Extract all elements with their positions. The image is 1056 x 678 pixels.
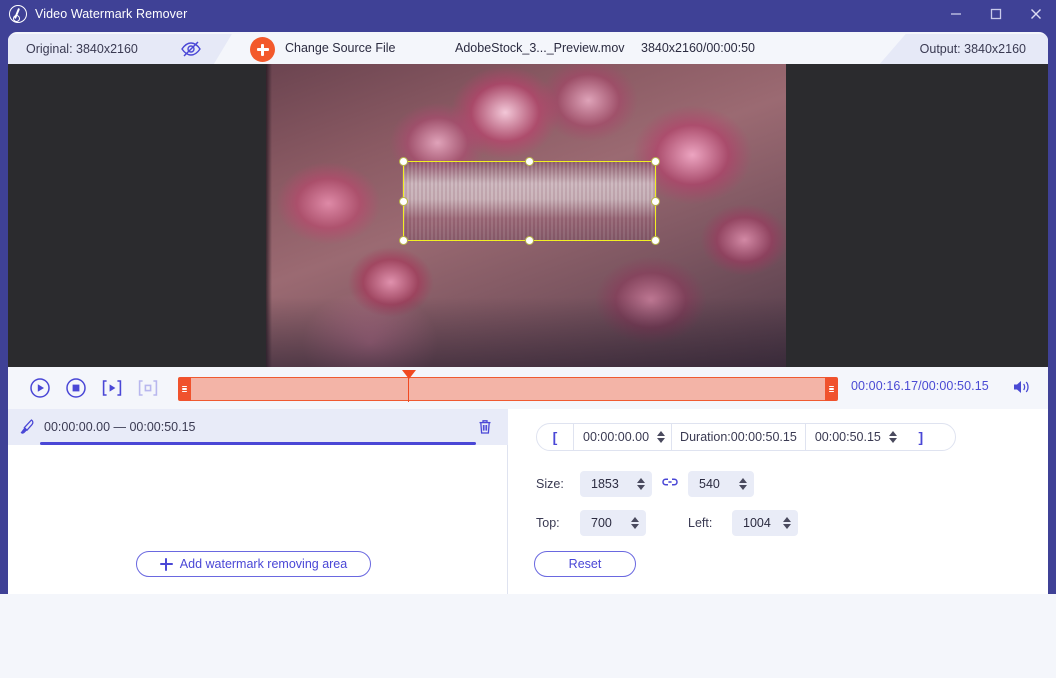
size-width-stepper[interactable] [637,478,645,490]
end-time-stepper[interactable] [888,431,897,443]
trash-icon[interactable] [476,418,494,441]
resize-handle-bottom-center[interactable] [525,236,534,245]
stop-circle-icon[interactable] [62,374,90,402]
size-height-stepper[interactable] [739,478,747,490]
reset-button[interactable]: Reset [534,551,636,577]
size-width-field[interactable]: 1853 [580,471,652,497]
change-source-file-button[interactable]: Change Source File [285,41,395,55]
resize-handle-bottom-right[interactable] [651,236,660,245]
size-width-value: 1853 [591,477,619,491]
end-time-value: 00:00:50.15 [814,430,881,444]
grip-lines-left [182,384,187,393]
trim-handle-left[interactable] [178,377,191,401]
grip-lines-right [829,384,834,393]
volume-icon[interactable] [1011,377,1033,402]
size-row: Size: 1853 540 [536,471,754,497]
resize-handle-top-left[interactable] [399,157,408,166]
trim-time-bar: [ 00:00:00.00 Duration:00:00:50.15 00:00… [536,423,956,451]
left-label: Left: [688,516,713,530]
resize-handle-bottom-left[interactable] [399,236,408,245]
reset-label: Reset [568,557,602,571]
playhead-line [408,378,410,402]
brush-icon [18,417,38,437]
left-field[interactable]: 1004 [732,510,798,536]
list-item-range: 00:00:00.00 — 00:00:50.15 [44,420,196,434]
start-time-field[interactable]: 00:00:00.00 [573,424,671,450]
window-controls [936,0,1056,28]
timeline-clip-range[interactable] [178,377,838,401]
tab-original-label: Original: 3840x2160 [26,42,138,56]
duration-display: Duration:00:00:50.15 [671,424,805,450]
link-icon[interactable] [661,475,679,494]
output-bar: Output: AdobeStock_33...Watermark.mp4 Ou… [0,594,1056,678]
list-item-selected-indicator [40,442,476,445]
app-title: Video Watermark Remover [35,7,188,21]
top-field[interactable]: 700 [580,510,646,536]
watermark-logo-icon [9,5,27,23]
title-bar: Video Watermark Remover [0,0,1056,28]
watermark-selection-box[interactable] [399,157,660,245]
source-file-info: 3840x2160/00:00:50 [641,41,755,55]
resize-handle-top-right[interactable] [651,157,660,166]
video-frame [266,64,786,367]
video-preview[interactable] [8,64,1048,367]
left-value: 1004 [743,516,771,530]
list-item[interactable]: 00:00:00.00 — 00:00:50.15 [8,409,508,445]
tab-output-label: Output: 3840x2160 [919,42,1026,56]
top-stepper[interactable] [631,517,639,529]
add-watermark-area-button[interactable]: Add watermark removing area [136,551,371,577]
play-circle-icon[interactable] [26,374,54,402]
size-height-field[interactable]: 540 [688,471,754,497]
transport-bar: 00:00:16.17/00:00:50.15 [8,367,1048,409]
left-edge-strip [0,28,8,594]
bracket-close-icon[interactable]: ] [903,429,939,445]
time-readout: 00:00:16.17/00:00:50.15 [851,379,989,393]
tab-output[interactable]: Output: 3840x2160 [879,34,1048,64]
right-edge-strip [1048,28,1056,594]
bracket-play-icon[interactable] [98,374,126,402]
resize-handle-middle-right[interactable] [651,196,660,206]
video-vignette-bottom [266,297,786,367]
plus-circle-icon[interactable] [250,37,275,62]
bracket-stop-icon [134,374,162,402]
app-window: Video Watermark Remover Original: 3840x2… [0,0,1056,678]
resize-handle-top-center[interactable] [525,157,534,166]
start-time-value: 00:00:00.00 [583,430,650,444]
source-file-name: AdobeStock_3..._Preview.mov [455,41,625,55]
duration-label: Duration:00:00:50.15 [680,430,797,444]
position-row: Top: 700 Left: 1004 [536,510,798,536]
size-label: Size: [536,477,564,491]
source-header-bar: Original: 3840x2160 Change Source File A… [0,28,1056,68]
size-height-value: 540 [699,477,720,491]
trim-handle-right[interactable] [825,377,838,401]
bracket-open-icon[interactable]: [ [537,429,573,445]
add-watermark-area-label: Add watermark removing area [179,557,348,571]
top-label: Top: [536,516,560,530]
top-value: 700 [591,516,612,530]
resize-handle-middle-left[interactable] [399,196,408,206]
timeline-track-wrapper[interactable] [178,370,838,402]
timeline-playhead[interactable] [402,370,416,402]
end-time-field[interactable]: 00:00:50.15 [804,424,903,450]
plus-icon [159,557,173,571]
start-time-stepper[interactable] [657,431,666,443]
eye-off-icon[interactable] [180,40,202,58]
tab-original[interactable]: Original: 3840x2160 [8,34,232,64]
maximize-icon[interactable] [976,0,1016,28]
close-icon[interactable] [1016,0,1056,28]
playback-controls [26,374,162,402]
minimize-icon[interactable] [936,0,976,28]
left-stepper[interactable] [783,517,791,529]
